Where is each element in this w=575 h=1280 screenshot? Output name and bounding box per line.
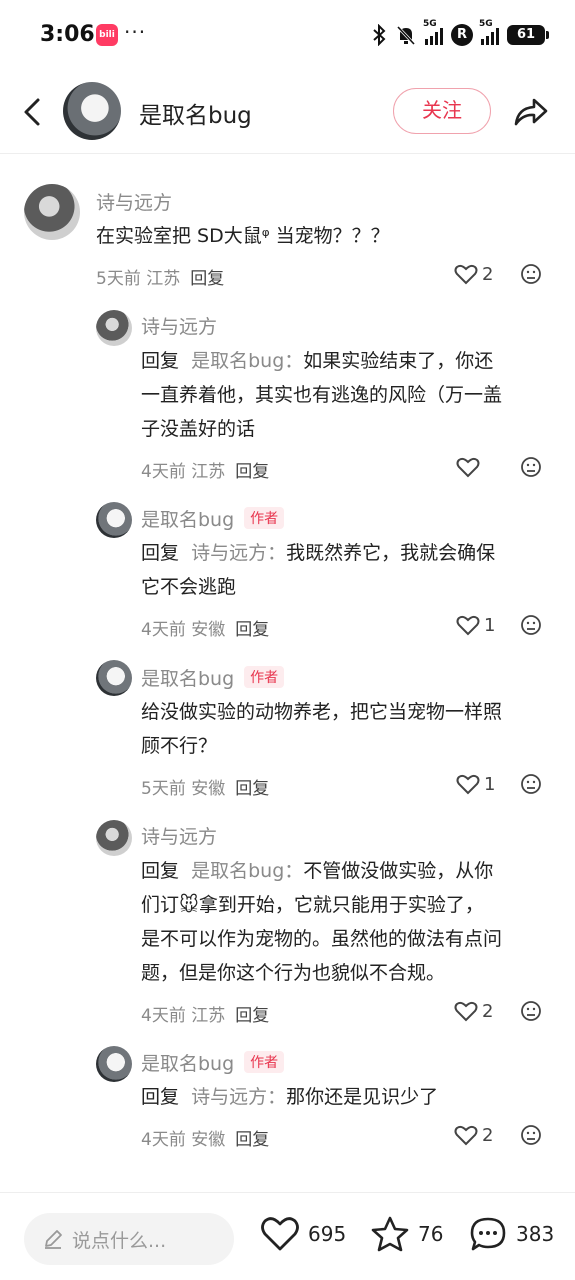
- heart-icon: [454, 1125, 478, 1146]
- comment-meta: 4天前 安徽 回复: [141, 1130, 270, 1150]
- reply-link[interactable]: 回复: [190, 269, 224, 289]
- like-button[interactable]: 2: [454, 263, 493, 285]
- bottom-bar: 说点什么... 695 76 383: [0, 1192, 575, 1280]
- dislike-face-icon[interactable]: [520, 1000, 542, 1022]
- like-count: 2: [482, 1000, 494, 1022]
- like-button[interactable]: 2: [454, 1124, 493, 1146]
- commenter-avatar[interactable]: [96, 660, 132, 696]
- like-count: 1: [484, 773, 496, 795]
- star-icon: [371, 1216, 409, 1252]
- reply-link[interactable]: 回复: [235, 462, 269, 482]
- chat-bubble-icon: [470, 1217, 506, 1251]
- reply-link[interactable]: 回复: [235, 779, 269, 799]
- like-button[interactable]: 2: [454, 1000, 493, 1022]
- commenter-avatar[interactable]: [96, 502, 132, 538]
- like-count: 2: [482, 263, 494, 285]
- heart-icon: [456, 774, 480, 795]
- comment-text: 一直养着他，其实也有逃逸的风险（万一盖: [141, 384, 503, 406]
- bluetooth-icon: [371, 24, 387, 46]
- signal-icon-1: 5G: [423, 19, 443, 45]
- like-count: 1: [484, 614, 496, 636]
- commenter-name[interactable]: 是取名bug 作者: [141, 505, 285, 532]
- like-post-button[interactable]: 695: [260, 1215, 346, 1253]
- comment-text: 在实验室把 SD大鼠ᵠ 当宠物？？？: [96, 225, 390, 247]
- commenter-avatar[interactable]: [96, 1046, 132, 1082]
- comment-text: 顾不行？: [141, 735, 218, 757]
- r-badge-icon: R: [451, 24, 473, 46]
- status-time: 3:06: [40, 22, 95, 47]
- battery-icon: 61: [507, 25, 549, 45]
- favorite-button[interactable]: 76: [370, 1215, 443, 1253]
- comment-meta: 4天前 安徽 回复: [141, 620, 270, 640]
- favorite-count: 76: [418, 1222, 444, 1246]
- follow-button[interactable]: 关注: [393, 88, 491, 134]
- heart-icon: [454, 264, 478, 285]
- comment-input-placeholder: 说点什么...: [72, 1229, 167, 1252]
- commenter-avatar[interactable]: [24, 184, 80, 240]
- dislike-face-icon[interactable]: [520, 1124, 542, 1146]
- commenter-name[interactable]: 诗与远方: [96, 188, 172, 215]
- reply-link[interactable]: 回复: [235, 620, 269, 640]
- commenter-name[interactable]: 诗与远方: [141, 312, 217, 339]
- comment-meta: 4天前 江苏 回复: [141, 462, 270, 482]
- heart-icon: [456, 615, 480, 636]
- comment-meta: 4天前 江苏 回复: [141, 1006, 270, 1026]
- like-button[interactable]: 1: [456, 614, 495, 636]
- comment-text: 回复 是取名bug：如果实验结束了，你还: [141, 350, 494, 372]
- comment-meta: 5天前 安徽 回复: [141, 779, 270, 799]
- heart-icon: [454, 1001, 478, 1022]
- comment-text: 子没盖好的话: [141, 418, 256, 440]
- commenter-avatar[interactable]: [96, 820, 132, 856]
- comment-text: 回复 诗与远方：那你还是见识少了: [141, 1086, 439, 1108]
- author-badge: 作者: [244, 1051, 285, 1073]
- heart-icon: [456, 457, 480, 478]
- comments-count: 383: [516, 1222, 555, 1246]
- mute-bell-icon: [395, 24, 417, 46]
- more-notifications-icon: ···: [124, 20, 147, 44]
- share-button[interactable]: [510, 92, 550, 132]
- commenter-name[interactable]: 诗与远方: [141, 822, 217, 849]
- reply-link[interactable]: 回复: [235, 1130, 269, 1150]
- dislike-face-icon[interactable]: [520, 773, 542, 795]
- commenter-name[interactable]: 是取名bug 作者: [141, 664, 285, 691]
- bilibili-app-icon: bili: [96, 24, 118, 46]
- commenter-name[interactable]: 是取名bug 作者: [141, 1049, 285, 1076]
- comment-input[interactable]: 说点什么...: [24, 1213, 234, 1265]
- comment-text: 回复 诗与远方：我既然养它，我就会确保: [141, 542, 496, 564]
- reply-link[interactable]: 回复: [235, 1006, 269, 1026]
- author-name[interactable]: 是取名bug: [139, 96, 252, 130]
- author-badge: 作者: [244, 666, 285, 688]
- dislike-face-icon[interactable]: [520, 456, 542, 478]
- comment-text: 它不会逃跑: [141, 576, 237, 598]
- comment-text: 题，但是你这个行为也貌似不合规。: [141, 962, 446, 984]
- pencil-icon: [45, 1230, 62, 1249]
- heart-icon: [261, 1217, 299, 1251]
- comment-text: 们订🐭拿到开始，它就只能用于实验了，: [141, 894, 484, 916]
- author-avatar[interactable]: [63, 82, 121, 140]
- dislike-face-icon[interactable]: [520, 614, 542, 636]
- comment-text: 是不可以作为宠物的。虽然他的做法有点问: [141, 928, 503, 950]
- status-bar: 3:06 bili ··· 5G R 5G 61: [0, 0, 575, 70]
- comment-text: 给没做实验的动物养老，把它当宠物一样照: [141, 701, 503, 723]
- like-count: 2: [482, 1124, 494, 1146]
- like-button[interactable]: 1: [456, 773, 495, 795]
- signal-icon-2: 5G: [479, 19, 499, 45]
- comment-meta: 5天前 江苏 回复: [96, 269, 225, 289]
- commenter-avatar[interactable]: [96, 310, 132, 346]
- comments-button[interactable]: 383: [468, 1215, 554, 1253]
- header: 是取名bug 关注: [0, 70, 575, 154]
- back-button[interactable]: [18, 94, 50, 130]
- author-badge: 作者: [244, 507, 285, 529]
- like-button[interactable]: [456, 456, 484, 478]
- comment-text: 回复 是取名bug：不管做没做实验，从你: [141, 860, 494, 882]
- like-post-count: 695: [308, 1222, 347, 1246]
- dislike-face-icon[interactable]: [520, 263, 542, 285]
